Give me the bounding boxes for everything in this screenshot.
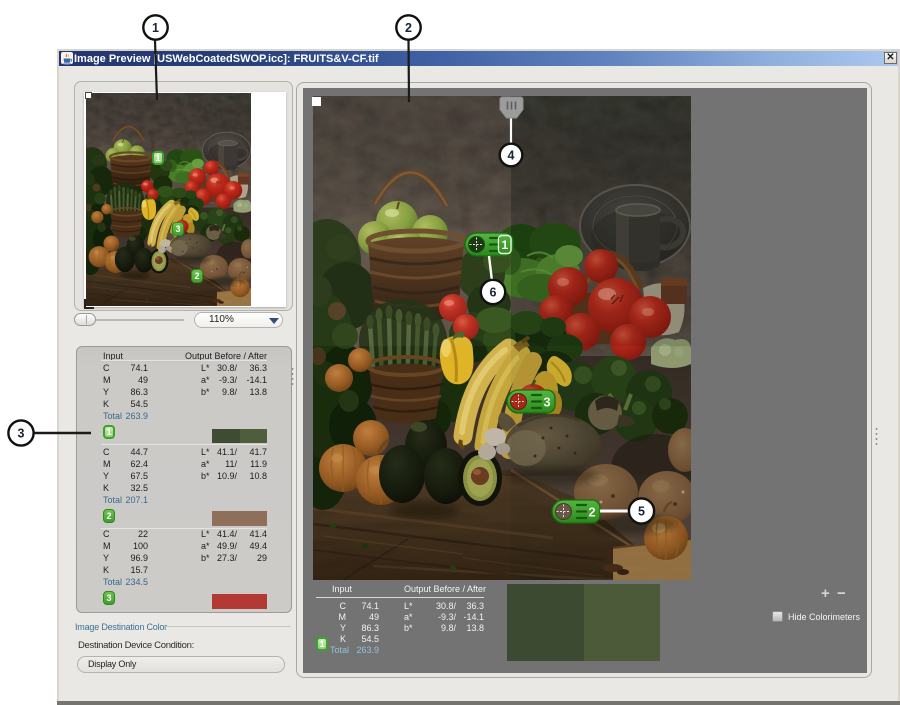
svg-text:2: 2: [405, 21, 412, 35]
svg-text:3: 3: [18, 427, 25, 441]
svg-text:3: 3: [543, 395, 550, 410]
svg-text:2: 2: [588, 505, 595, 520]
svg-text:1: 1: [501, 238, 508, 252]
svg-text:1: 1: [152, 21, 159, 35]
